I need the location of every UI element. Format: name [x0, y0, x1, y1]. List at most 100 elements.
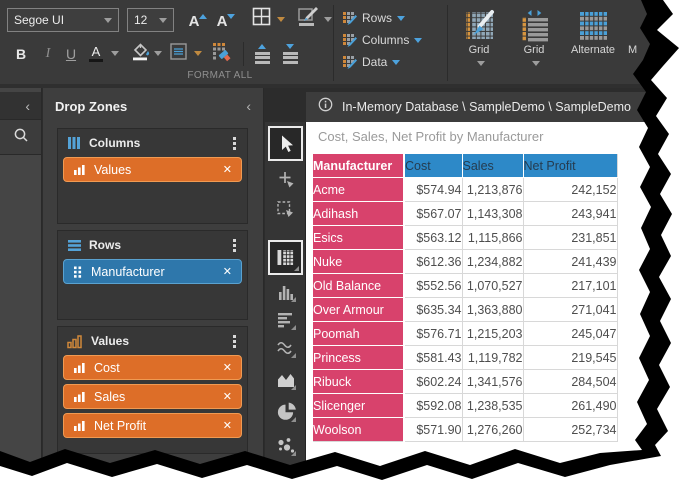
italic-button[interactable]: I	[40, 44, 56, 64]
more-options-icon[interactable]	[231, 333, 238, 350]
bold-button[interactable]: B	[12, 44, 30, 64]
borders-dropdown[interactable]	[277, 17, 285, 22]
row-label-acme[interactable]: Acme	[313, 178, 404, 202]
drop-zone-values: ValuesCost✕Sales✕Net Profit✕	[57, 326, 248, 454]
underline-button[interactable]: U	[62, 44, 80, 64]
row-label-ribuck[interactable]: Ribuck	[313, 370, 404, 394]
grow-font-button[interactable]: A	[183, 10, 205, 32]
menu-label: Columns	[362, 33, 409, 47]
tool-area-chart[interactable]	[274, 368, 298, 392]
measure-bars-icon	[73, 163, 86, 176]
cell-value: $552.56	[404, 274, 462, 298]
submenu-corner-icon	[294, 266, 299, 271]
field-pill-values[interactable]: Values✕	[63, 157, 242, 182]
row-label-over-armour[interactable]: Over Armour	[313, 298, 404, 322]
tool-pie-chart[interactable]	[274, 400, 298, 424]
cell-value: 1,276,260	[462, 418, 523, 442]
font-color-dropdown[interactable]	[111, 51, 119, 56]
field-pill-manufacturer[interactable]: Manufacturer ✕	[63, 259, 242, 284]
m-m-button[interactable]: MM	[628, 4, 658, 70]
ribbon-rows-menu[interactable]: Rows	[342, 8, 422, 28]
remove-field-icon[interactable]: ✕	[223, 265, 232, 278]
more-options-icon[interactable]	[231, 135, 238, 152]
data-grid[interactable]: ManufacturerCostSalesNet ProfitAcme$574.…	[313, 154, 618, 442]
row-label-esics[interactable]: Esics	[313, 226, 404, 250]
table-row: Adihash$567.071,143,308243,941	[313, 202, 617, 226]
row-label-slicenger[interactable]: Slicenger	[313, 394, 404, 418]
cell-value: 1,238,535	[462, 394, 523, 418]
alignment-button[interactable]	[169, 44, 188, 63]
dimension-icon	[73, 265, 83, 279]
font-color-button[interactable]: A	[86, 44, 106, 64]
alternate-rows-button[interactable]: AlternateRows	[563, 4, 623, 70]
cell-value: $576.71	[404, 322, 462, 346]
cell-value: $571.90	[404, 418, 462, 442]
increase-padding-button[interactable]	[251, 41, 273, 67]
grid-design-button[interactable]: GridDesign	[453, 4, 505, 70]
pill-label: Manufacturer	[91, 265, 165, 279]
field-pill-sales[interactable]: Sales✕	[63, 384, 242, 409]
font-family-select[interactable]: Segoe UI	[7, 8, 119, 32]
menu-label: Data	[362, 55, 387, 69]
border-style-button[interactable]	[296, 6, 320, 32]
ribbon-data-menu[interactable]: Data	[342, 52, 422, 72]
sidebar-collapse-button[interactable]: ‹	[0, 92, 41, 120]
tool-pointer[interactable]	[268, 126, 303, 161]
alignment-dropdown[interactable]	[194, 51, 202, 56]
sidebar-search-button[interactable]	[0, 120, 41, 155]
measure-bars-icon	[73, 419, 86, 432]
cell-value: 1,119,782	[462, 346, 523, 370]
fill-color-button[interactable]	[128, 42, 152, 66]
borders-button[interactable]	[250, 8, 272, 30]
field-pill-cost[interactable]: Cost✕	[63, 355, 242, 380]
chevron-down-icon	[104, 18, 112, 23]
field-pill-net-profit[interactable]: Net Profit✕	[63, 413, 242, 438]
grid-sizing-icon	[518, 8, 551, 42]
decrease-padding-button[interactable]	[279, 41, 301, 67]
row-label-nuke[interactable]: Nuke	[313, 250, 404, 274]
tool-row-chart[interactable]	[274, 308, 298, 332]
remove-field-icon[interactable]: ✕	[223, 419, 232, 432]
paint-bucket-icon	[130, 41, 151, 67]
font-family-value: Segoe UI	[14, 13, 64, 27]
design-canvas[interactable]: Cost, Sales, Net Profit by Manufacturer …	[306, 122, 683, 494]
tool-line-chart[interactable]	[274, 336, 298, 360]
panel-collapse-button[interactable]: ‹	[246, 98, 251, 114]
border-style-dropdown[interactable]	[324, 17, 332, 22]
button-label: AlternateRows	[571, 44, 615, 57]
column-header-net-profit[interactable]: Net Profit	[523, 154, 617, 178]
row-label-princess[interactable]: Princess	[313, 346, 404, 370]
tool-table-grid[interactable]	[268, 240, 303, 275]
cell-value: 1,070,527	[462, 274, 523, 298]
fill-color-dropdown[interactable]	[154, 51, 162, 56]
button-label: MM	[628, 44, 637, 57]
drop-zone-label: Rows	[89, 238, 121, 252]
cell-value: 284,504	[523, 370, 617, 394]
grid-sizing-button[interactable]: GridSizing	[510, 4, 558, 70]
column-header-manufacturer[interactable]: Manufacturer	[313, 154, 404, 178]
remove-field-icon[interactable]: ✕	[223, 390, 232, 403]
ribbon-columns-menu[interactable]: Columns	[342, 30, 422, 50]
row-label-old-balance[interactable]: Old Balance	[313, 274, 404, 298]
clear-formatting-button[interactable]	[211, 43, 233, 65]
row-label-woolson[interactable]: Woolson	[313, 418, 404, 442]
row-label-poomah[interactable]: Poomah	[313, 322, 404, 346]
row-label-adihash[interactable]: Adihash	[313, 202, 404, 226]
chevron-down-icon	[159, 18, 167, 23]
remove-field-icon[interactable]: ✕	[223, 163, 232, 176]
tool-bar-chart[interactable]	[274, 280, 298, 304]
column-header-sales[interactable]: Sales	[462, 154, 523, 178]
tool-move[interactable]	[274, 168, 298, 192]
move-icon	[276, 170, 296, 190]
font-size-select[interactable]: 12	[127, 8, 174, 32]
tool-marquee-select[interactable]	[274, 198, 298, 222]
table-row: Nuke$612.361,234,882241,439	[313, 250, 617, 274]
cell-value: 1,143,308	[462, 202, 523, 226]
shrink-font-button[interactable]: A	[211, 10, 233, 32]
tool-scatter-chart[interactable]	[274, 434, 298, 458]
more-options-icon[interactable]	[231, 237, 238, 254]
app-window: Segoe UI 12 A A B I U A	[0, 0, 683, 494]
grid-button-group: GridDesignGridSizing AlternateRows MM	[453, 4, 658, 70]
remove-field-icon[interactable]: ✕	[223, 361, 232, 374]
column-header-cost[interactable]: Cost	[404, 154, 462, 178]
